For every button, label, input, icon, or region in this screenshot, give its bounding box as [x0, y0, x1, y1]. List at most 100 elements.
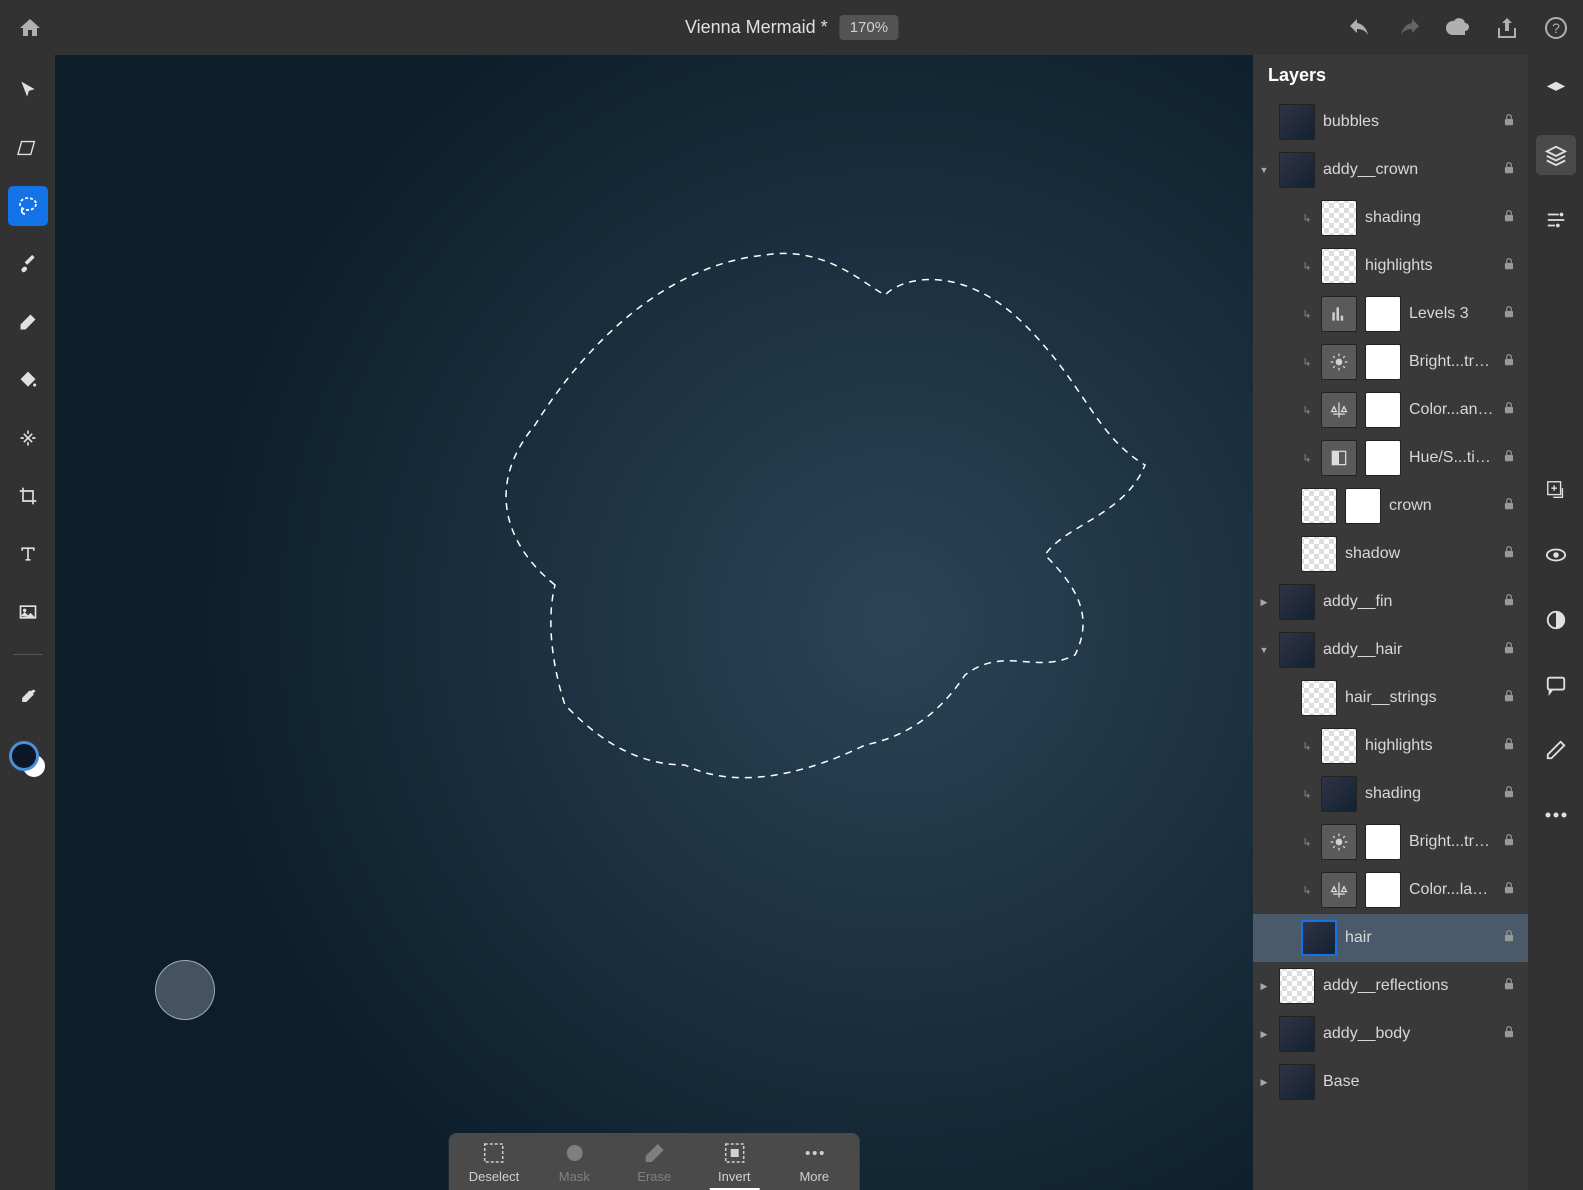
layer-row[interactable]: addy__crown: [1253, 146, 1528, 194]
layer-row[interactable]: shadow: [1253, 530, 1528, 578]
lock-icon[interactable]: [1502, 1025, 1520, 1044]
layer-row[interactable]: Base: [1253, 1058, 1528, 1106]
layer-thumbnail: [1279, 1016, 1315, 1052]
layer-row[interactable]: addy__reflections: [1253, 962, 1528, 1010]
undo-button[interactable]: [1348, 16, 1372, 40]
deselect-button[interactable]: Deselect: [469, 1141, 520, 1190]
layer-mask-thumbnail: [1345, 488, 1381, 524]
redo-button[interactable]: [1397, 16, 1421, 40]
share-button[interactable]: [1495, 16, 1519, 40]
lock-icon[interactable]: [1502, 449, 1520, 468]
eraser-tool[interactable]: [8, 302, 48, 342]
heal-tool[interactable]: [8, 418, 48, 458]
move-tool[interactable]: [8, 70, 48, 110]
layer-row[interactable]: ↳Bright...trast 31: [1253, 818, 1528, 866]
layer-name: Hue/S...tion 19: [1409, 449, 1494, 467]
redeye-icon[interactable]: [1536, 730, 1576, 770]
more-actions-icon[interactable]: [1536, 795, 1576, 835]
more-button[interactable]: More: [789, 1141, 839, 1190]
color-swatches[interactable]: [9, 741, 47, 779]
zoom-level[interactable]: 170%: [840, 15, 898, 40]
layer-thumbnail: [1321, 200, 1357, 236]
layer-thumbnail: [1301, 536, 1337, 572]
lasso-tool[interactable]: [8, 186, 48, 226]
layer-disclosure[interactable]: [1257, 981, 1271, 992]
invert-button[interactable]: Invert: [709, 1141, 759, 1190]
fill-tool[interactable]: [8, 360, 48, 400]
visibility-icon[interactable]: [1536, 535, 1576, 575]
layer-disclosure[interactable]: [1257, 597, 1271, 608]
layers-panel: Layers bubblesaddy__crown↳shading↳highli…: [1253, 55, 1528, 1190]
layer-name: shading: [1365, 209, 1494, 227]
layer-thumbnail: [1279, 152, 1315, 188]
canvas[interactable]: DeselectMaskEraseInvertMore: [55, 55, 1253, 1190]
right-rail: [1528, 55, 1583, 1190]
layer-name: Base: [1323, 1073, 1494, 1091]
lock-icon[interactable]: [1502, 593, 1520, 612]
layers-expanded-icon[interactable]: [1536, 135, 1576, 175]
place-image-tool[interactable]: [8, 592, 48, 632]
layer-row[interactable]: ↳shading: [1253, 770, 1528, 818]
lock-icon[interactable]: [1502, 161, 1520, 180]
lock-icon[interactable]: [1502, 209, 1520, 228]
layer-row[interactable]: ↳Color...ance 23: [1253, 386, 1528, 434]
layer-row[interactable]: crown: [1253, 482, 1528, 530]
layer-row[interactable]: ↳Color...lance 21: [1253, 866, 1528, 914]
transform-tool[interactable]: [8, 128, 48, 168]
layer-name: addy__hair: [1323, 641, 1494, 659]
cloud-icon[interactable]: [1446, 16, 1470, 40]
layer-row[interactable]: addy__fin: [1253, 578, 1528, 626]
layer-row[interactable]: ↳Hue/S...tion 19: [1253, 434, 1528, 482]
comments-icon[interactable]: [1536, 665, 1576, 705]
appearance-icon[interactable]: [1536, 600, 1576, 640]
brush-tool[interactable]: [8, 244, 48, 284]
clip-indicator-icon: ↳: [1301, 404, 1313, 417]
layer-disclosure[interactable]: [1257, 645, 1271, 655]
layer-row[interactable]: ↳highlights: [1253, 722, 1528, 770]
clip-indicator-icon: ↳: [1301, 212, 1313, 225]
layer-properties-icon[interactable]: [1536, 200, 1576, 240]
lock-icon[interactable]: [1502, 929, 1520, 948]
type-tool[interactable]: [8, 534, 48, 574]
lock-icon[interactable]: [1502, 497, 1520, 516]
layer-row[interactable]: ↳Bright...trast 32: [1253, 338, 1528, 386]
eyedropper-tool[interactable]: [8, 677, 48, 717]
layer-name: shading: [1365, 785, 1494, 803]
layer-row[interactable]: addy__hair: [1253, 626, 1528, 674]
lock-icon[interactable]: [1502, 545, 1520, 564]
layer-row[interactable]: hair__strings: [1253, 674, 1528, 722]
foreground-color[interactable]: [9, 741, 39, 771]
crop-tool[interactable]: [8, 476, 48, 516]
lock-icon[interactable]: [1502, 737, 1520, 756]
clip-indicator-icon: ↳: [1301, 740, 1313, 753]
layer-disclosure[interactable]: [1257, 1029, 1271, 1040]
lock-icon[interactable]: [1502, 977, 1520, 996]
layers-list[interactable]: bubblesaddy__crown↳shading↳highlights↳Le…: [1253, 98, 1528, 1190]
lock-icon[interactable]: [1502, 785, 1520, 804]
layer-mask-thumbnail: [1365, 440, 1401, 476]
lock-icon[interactable]: [1502, 881, 1520, 900]
layer-row[interactable]: bubbles: [1253, 98, 1528, 146]
lock-icon[interactable]: [1502, 401, 1520, 420]
lock-icon[interactable]: [1502, 833, 1520, 852]
layer-row[interactable]: hair: [1253, 914, 1528, 962]
selection-action-bar: DeselectMaskEraseInvertMore: [449, 1133, 860, 1190]
layer-thumbnail: [1321, 776, 1357, 812]
lock-icon[interactable]: [1502, 305, 1520, 324]
layer-row[interactable]: ↳highlights: [1253, 242, 1528, 290]
layer-disclosure[interactable]: [1257, 1077, 1271, 1088]
layer-row[interactable]: addy__body: [1253, 1010, 1528, 1058]
help-button[interactable]: ?: [1544, 16, 1568, 40]
layer-disclosure[interactable]: [1257, 165, 1271, 175]
layer-thumbnail: [1321, 296, 1357, 332]
add-layer-icon[interactable]: [1536, 470, 1576, 510]
lock-icon[interactable]: [1502, 641, 1520, 660]
lock-icon[interactable]: [1502, 113, 1520, 132]
layer-row[interactable]: ↳Levels 3: [1253, 290, 1528, 338]
layer-row[interactable]: ↳ shading: [1253, 194, 1528, 242]
lock-icon[interactable]: [1502, 689, 1520, 708]
lock-icon[interactable]: [1502, 353, 1520, 372]
lock-icon[interactable]: [1502, 257, 1520, 276]
layers-compact-icon[interactable]: [1536, 70, 1576, 110]
home-button[interactable]: [15, 13, 45, 43]
